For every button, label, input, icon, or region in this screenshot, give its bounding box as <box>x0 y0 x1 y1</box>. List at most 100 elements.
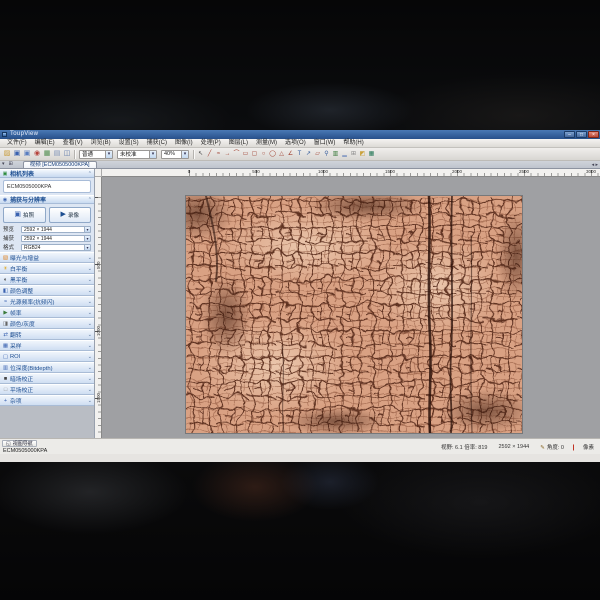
chevron-down-icon[interactable]: ▾ <box>105 150 112 158</box>
snap-button[interactable]: ▣ 拍照 <box>3 207 46 223</box>
toolbar-icon[interactable]: ◉ <box>32 149 42 159</box>
expand-chevron-icon[interactable]: ⌄ <box>88 332 92 338</box>
camera-list-item[interactable]: ECM0505000KPA <box>3 180 91 193</box>
toolbar-icon[interactable]: ▨ <box>2 149 12 159</box>
toolbar-icon[interactable]: ▣ <box>22 149 32 159</box>
preview-resolution-select[interactable]: 2592 × 1944 ▾ <box>21 225 91 233</box>
toolbar-icon[interactable]: ▤ <box>52 149 62 159</box>
expand-chevron-icon[interactable]: ⌄ <box>88 376 92 382</box>
sidebar-collapsed-panel[interactable]: ■ 暗场校正 ⌄ <box>0 373 94 384</box>
sidebar-collapsed-panel[interactable]: ▥ 位深度(Bitdepth) ⌄ <box>0 362 94 373</box>
sidebar-collapsed-panel[interactable]: ☀ 白平衡 ⌄ <box>0 263 94 274</box>
tile-windows-icon[interactable]: ⊞ <box>7 160 15 168</box>
microscope-live-image[interactable] <box>186 196 522 433</box>
zoom-combo[interactable]: 40% ▾ <box>161 149 189 159</box>
expand-chevron-icon[interactable]: ⌄ <box>88 299 92 305</box>
draw-tool-icon[interactable]: ▱ <box>313 149 322 159</box>
expand-chevron-icon[interactable]: ⌄ <box>88 354 92 360</box>
expand-chevron-icon[interactable]: ⌄ <box>88 310 92 316</box>
draw-tool-icon[interactable]: ↖ <box>196 149 205 159</box>
expand-chevron-icon[interactable]: ⌄ <box>88 266 92 272</box>
sidebar-collapsed-panel[interactable]: ▦ 采样 ⌄ <box>0 340 94 351</box>
image-canvas[interactable]: 0 500 1000 1500 2000 2500 3000 500 1000 1500 <box>95 169 600 438</box>
capture-resolution-panel-header[interactable]: ◉ 捕获与分辨率 ⌃ <box>0 195 94 204</box>
panel-icon: ▢ <box>2 353 9 360</box>
chevron-down-icon[interactable]: ▾ <box>84 235 90 241</box>
sidebar-collapsed-panel[interactable]: ◐ 黑平衡 ⌄ <box>0 274 94 285</box>
draw-tool-icon[interactable]: ≈ <box>214 149 223 159</box>
close-button[interactable]: × <box>588 131 599 138</box>
sidebar-collapsed-panel[interactable]: ≈ 光源频率(抗频闪) ⌄ <box>0 296 94 307</box>
sidebar-collapsed-panel[interactable]: + 杂项 ⌄ <box>0 395 94 406</box>
minimize-button[interactable]: – <box>564 131 575 138</box>
draw-tool-icon[interactable]: ▁ <box>340 149 349 159</box>
draw-tool-icon[interactable]: ○ <box>259 149 268 159</box>
menu-item[interactable]: 图像(I) <box>171 139 197 148</box>
camera-snap-icon: ▣ <box>14 211 22 218</box>
draw-tool-icon[interactable]: ∠ <box>286 149 295 159</box>
expand-chevron-icon[interactable]: ⌄ <box>88 398 92 404</box>
capture-icon: ◉ <box>2 196 8 203</box>
expand-chevron-icon[interactable]: ⌄ <box>88 387 92 393</box>
menu-item[interactable]: 编辑(E) <box>31 139 59 148</box>
format-select[interactable]: RGB24 ▾ <box>21 243 91 251</box>
draw-tool-icon[interactable]: △ <box>277 149 286 159</box>
menu-item[interactable]: 浏览(B) <box>87 139 115 148</box>
draw-tool-icon[interactable]: ▦ <box>367 149 376 159</box>
toolbar-icon[interactable]: ▣ <box>12 149 22 159</box>
maximize-button[interactable]: □ <box>576 131 587 138</box>
menu-item[interactable]: 处理(P) <box>197 139 225 148</box>
expand-chevron-icon[interactable]: ⌄ <box>88 277 92 283</box>
video-document-tab[interactable]: 视频 [ECM0505000KPA] <box>22 161 97 168</box>
view-navigator-tab[interactable]: ◱ 视图导航 <box>2 440 37 447</box>
tab-scroll-left-icon[interactable]: ◂ <box>592 162 595 168</box>
expand-chevron-icon[interactable]: ⌄ <box>88 321 92 327</box>
sidebar-collapsed-panel[interactable]: ⇄ 翻转 ⌄ <box>0 329 94 340</box>
camera-list-panel-header[interactable]: ▣ 相机列表 ⌃ <box>0 169 94 178</box>
menu-item[interactable]: 图层(L) <box>225 139 252 148</box>
expand-chevron-icon[interactable]: ⌄ <box>88 365 92 371</box>
calibration-combo[interactable]: 未校准 ▾ <box>117 149 157 159</box>
sidebar-collapsed-panel[interactable]: □ 平场校正 ⌄ <box>0 384 94 395</box>
draw-tool-icon[interactable]: T <box>295 149 304 159</box>
sidebar-collapsed-panel[interactable]: ▧ 曝光与增益 ⌄ <box>0 252 94 263</box>
measurement-style-combo[interactable]: 普通 ▾ <box>79 149 113 159</box>
draw-tool-icon[interactable]: → <box>223 149 232 159</box>
draw-tool-icon[interactable]: ⚲ <box>322 149 331 159</box>
chevron-down-icon[interactable]: ▾ <box>84 244 90 250</box>
menu-item[interactable]: 选项(O) <box>281 139 310 148</box>
sidebar-collapsed-panel[interactable]: ▶ 帧率 ⌄ <box>0 307 94 318</box>
record-button[interactable]: ▶ 录像 <box>48 207 91 223</box>
draw-tool-icon[interactable]: ◩ <box>358 149 367 159</box>
sidebar-collapsed-panel[interactable]: ◨ 颜色/灰度 ⌄ <box>0 318 94 329</box>
draw-tool-icon[interactable]: ▢ <box>250 149 259 159</box>
draw-tool-icon[interactable]: ▥ <box>331 149 340 159</box>
menu-item[interactable]: 设置(S) <box>115 139 143 148</box>
sidebar-collapsed-panel[interactable]: ▢ ROI ⌄ <box>0 351 94 362</box>
toolbar-icon[interactable]: ▦ <box>42 149 52 159</box>
draw-tool-icon[interactable]: ⊞ <box>349 149 358 159</box>
tab-scroll-right-icon[interactable]: ▸ <box>595 162 598 168</box>
draw-tool-icon[interactable]: ◯ <box>268 149 277 159</box>
capture-resolution-select[interactable]: 2592 × 1944 ▾ <box>21 234 91 242</box>
expand-chevron-icon[interactable]: ⌄ <box>88 343 92 349</box>
draw-tool-icon[interactable]: ⌒ <box>232 149 241 159</box>
collapse-chevron-icon[interactable]: ⌃ <box>88 197 92 203</box>
menu-item[interactable]: 文件(F) <box>3 139 31 148</box>
draw-tool-icon[interactable]: ↗ <box>304 149 313 159</box>
chevron-down-icon[interactable]: ▾ <box>181 150 188 158</box>
menu-item[interactable]: 帮助(H) <box>339 139 367 148</box>
expand-chevron-icon[interactable]: ⌄ <box>88 288 92 294</box>
expand-chevron-icon[interactable]: ⌄ <box>88 255 92 261</box>
draw-tool-icon[interactable]: ▭ <box>241 149 250 159</box>
menu-item[interactable]: 测量(M) <box>252 139 281 148</box>
menu-item[interactable]: 捕获(C) <box>143 139 171 148</box>
chevron-down-icon[interactable]: ▾ <box>84 226 90 232</box>
chevron-down-icon[interactable]: ▾ <box>149 150 156 158</box>
menu-item[interactable]: 窗口(W) <box>310 139 340 148</box>
menu-item[interactable]: 查看(V) <box>59 139 87 148</box>
collapse-chevron-icon[interactable]: ⌃ <box>88 171 92 177</box>
draw-tool-icon[interactable]: ╱ <box>205 149 214 159</box>
toolbar-icon[interactable]: ◫ <box>62 149 72 159</box>
sidebar-collapsed-panel[interactable]: ◧ 颜色调整 ⌄ <box>0 285 94 296</box>
